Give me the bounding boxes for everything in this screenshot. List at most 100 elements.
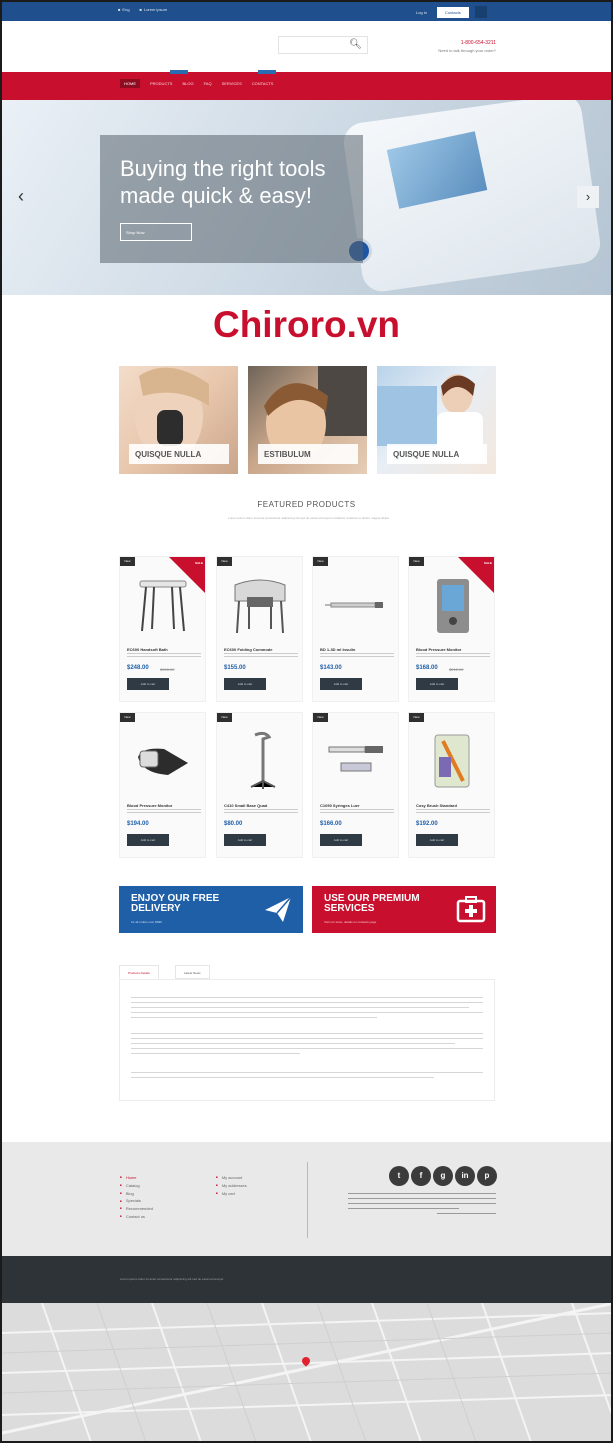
nav-item-blog[interactable]: BLOG — [182, 81, 193, 88]
sale-badge: SALE — [194, 561, 203, 565]
product-name[interactable]: EC600 Handsoft Bath — [127, 647, 201, 652]
product-card[interactable]: New Blood Pressure Monitor $194.00 Add to c… — [119, 712, 206, 858]
nav-item-faq[interactable]: FAQ — [204, 81, 212, 88]
search-input[interactable]: 🔍︎ — [278, 36, 368, 54]
product-image[interactable] — [321, 727, 391, 795]
site-header: 🔍︎ 1-800-654-3211 Need to talk through y… — [2, 21, 611, 72]
login-link[interactable]: Log in — [412, 8, 431, 17]
product-name[interactable]: Blood Pressure Monitor — [127, 803, 201, 808]
phone-number[interactable]: 1-800-654-3211 — [461, 40, 496, 46]
product-card[interactable]: New C410 Small Base Quad $80.00 Add to cart — [216, 712, 303, 858]
hero-device-image — [341, 100, 603, 294]
site-footer: Home Catalog Blog Specials Recommended C… — [2, 1142, 611, 1256]
add-to-cart-button[interactable]: Add to cart — [320, 834, 362, 846]
product-description — [320, 653, 394, 661]
category-tile[interactable]: QUISQUE NULLA — [377, 366, 496, 474]
google-plus-icon[interactable]: g — [433, 1166, 453, 1186]
product-image[interactable] — [417, 571, 487, 639]
add-to-cart-button[interactable]: Add to cart — [416, 834, 458, 846]
footer-link[interactable]: Specials — [120, 1197, 153, 1205]
product-name[interactable]: BD 1-3D ml Insulin — [320, 647, 394, 652]
add-to-cart-button[interactable]: Add to cart — [127, 678, 169, 690]
twitter-icon[interactable]: t — [389, 1166, 409, 1186]
product-card[interactable]: New Cosy Brush Standard $192.00 Add to cart — [408, 712, 495, 858]
map-streets — [2, 1303, 611, 1441]
contacts-button[interactable]: Contacts — [436, 6, 469, 18]
new-badge: New — [217, 713, 232, 722]
pinterest-icon[interactable]: p — [477, 1166, 497, 1186]
product-name[interactable]: C410 Small Base Quad — [224, 803, 298, 808]
product-card[interactable]: New C1050 Syringes Luer $166.00 Add to cart — [312, 712, 399, 858]
add-to-cart-button[interactable]: Add to cart — [416, 678, 458, 690]
add-to-cart-button[interactable]: Add to cart — [224, 678, 266, 690]
tab-products-details[interactable]: Products Details — [119, 965, 159, 979]
footer-link[interactable]: Contact us — [120, 1213, 153, 1221]
nav-item-home[interactable]: HOME — [120, 79, 140, 88]
menu-toggle-button[interactable] — [474, 6, 487, 18]
sale-badge: SALE — [483, 561, 492, 565]
product-name[interactable]: Blood Pressure Monitor — [416, 647, 490, 652]
product-description — [224, 653, 298, 661]
product-image[interactable] — [225, 571, 295, 639]
product-price: $166.00 — [320, 821, 342, 827]
top-info-link[interactable]: Lorem ipsum — [140, 7, 167, 12]
nav-item-contacts[interactable]: CONTACTS — [252, 81, 274, 88]
language-link[interactable]: Eng — [118, 7, 129, 12]
product-image[interactable] — [128, 727, 198, 795]
location-map[interactable] — [2, 1303, 611, 1441]
product-name[interactable]: Cosy Brush Standard — [416, 803, 490, 808]
promo-note: for all orders over $999 — [131, 920, 162, 924]
footer-links-1: Home Catalog Blog Specials Recommended C… — [120, 1174, 153, 1221]
product-price: $155.00 — [224, 665, 246, 671]
copyright-text: Lorem ipsum dolor sit amet consectetur a… — [120, 1277, 224, 1281]
product-image[interactable] — [321, 571, 391, 639]
main-nav: HOME PRODUCTS BLOG FAQ SERVICES CONTACTS — [2, 70, 611, 100]
linkedin-icon[interactable]: in — [455, 1166, 475, 1186]
product-image[interactable] — [225, 727, 295, 795]
product-card[interactable]: New EC600 Folding Commode $155.00 Add to ca… — [216, 556, 303, 702]
category-label: ESTIBULUM — [258, 444, 358, 464]
social-links: t f g in p — [389, 1166, 497, 1186]
slider-prev-icon[interactable]: ‹ — [18, 186, 24, 207]
footer-link[interactable]: My addresses — [216, 1182, 247, 1190]
shop-now-button[interactable]: Shop Now — [120, 223, 192, 241]
phone-subtitle: Need to talk through your order? — [438, 48, 496, 53]
tab-latest-news[interactable]: Latest News — [175, 965, 210, 979]
search-icon[interactable]: 🔍︎ — [349, 39, 362, 50]
nav-item-products[interactable]: PRODUCTS — [150, 81, 172, 88]
hero-title-line-1: Buying the right tools — [120, 156, 326, 181]
featured-subtitle: Lorem ipsum dolor sit amet consectetur a… — [228, 516, 389, 520]
footer-link[interactable]: Recommended — [120, 1205, 153, 1213]
product-card[interactable]: New SALE EC600 Handsoft Bath $248.00 $308.00… — [119, 556, 206, 702]
category-tile[interactable]: ESTIBULUM — [248, 366, 367, 474]
facebook-icon[interactable]: f — [411, 1166, 431, 1186]
promo-delivery[interactable]: ENJOY OUR FREE DELIVERY for all orders o… — [119, 886, 303, 933]
slider-next-icon[interactable]: › — [577, 186, 599, 208]
panel-paragraph — [131, 1072, 483, 1082]
product-card[interactable]: New BD 1-3D ml Insulin $143.00 Add to cart — [312, 556, 399, 702]
copyright-bar: Lorem ipsum dolor sit amet consectetur a… — [2, 1256, 611, 1303]
product-card[interactable]: New SALE Blood Pressure Monitor $168.00 $212… — [408, 556, 495, 702]
category-label: QUISQUE NULLA — [387, 444, 487, 464]
add-to-cart-button[interactable]: Add to cart — [224, 834, 266, 846]
add-to-cart-button[interactable]: Add to cart — [320, 678, 362, 690]
product-name[interactable]: EC600 Folding Commode — [224, 647, 298, 652]
new-badge: New — [409, 557, 424, 566]
promo-title: ENJOY OUR FREE DELIVERY — [131, 894, 251, 914]
footer-link[interactable]: My account — [216, 1174, 247, 1182]
product-image[interactable] — [417, 727, 487, 795]
promo-services[interactable]: USE OUR PREMIUM SERVICES Visit our store… — [312, 886, 496, 933]
nav-item-services[interactable]: SERVICES — [222, 81, 242, 88]
category-tile[interactable]: QUISQUE NULLA — [119, 366, 238, 474]
footer-divider — [307, 1162, 308, 1238]
product-image[interactable] — [128, 571, 198, 639]
add-to-cart-button[interactable]: Add to cart — [127, 834, 169, 846]
footer-address — [348, 1193, 496, 1218]
footer-link[interactable]: Blog — [120, 1190, 153, 1198]
product-description — [224, 809, 298, 817]
footer-link[interactable]: My cart — [216, 1190, 247, 1198]
top-actions: Log in Contacts — [412, 6, 487, 18]
footer-link[interactable]: Catalog — [120, 1182, 153, 1190]
product-name[interactable]: C1050 Syringes Luer — [320, 803, 394, 808]
footer-link[interactable]: Home — [120, 1174, 153, 1182]
